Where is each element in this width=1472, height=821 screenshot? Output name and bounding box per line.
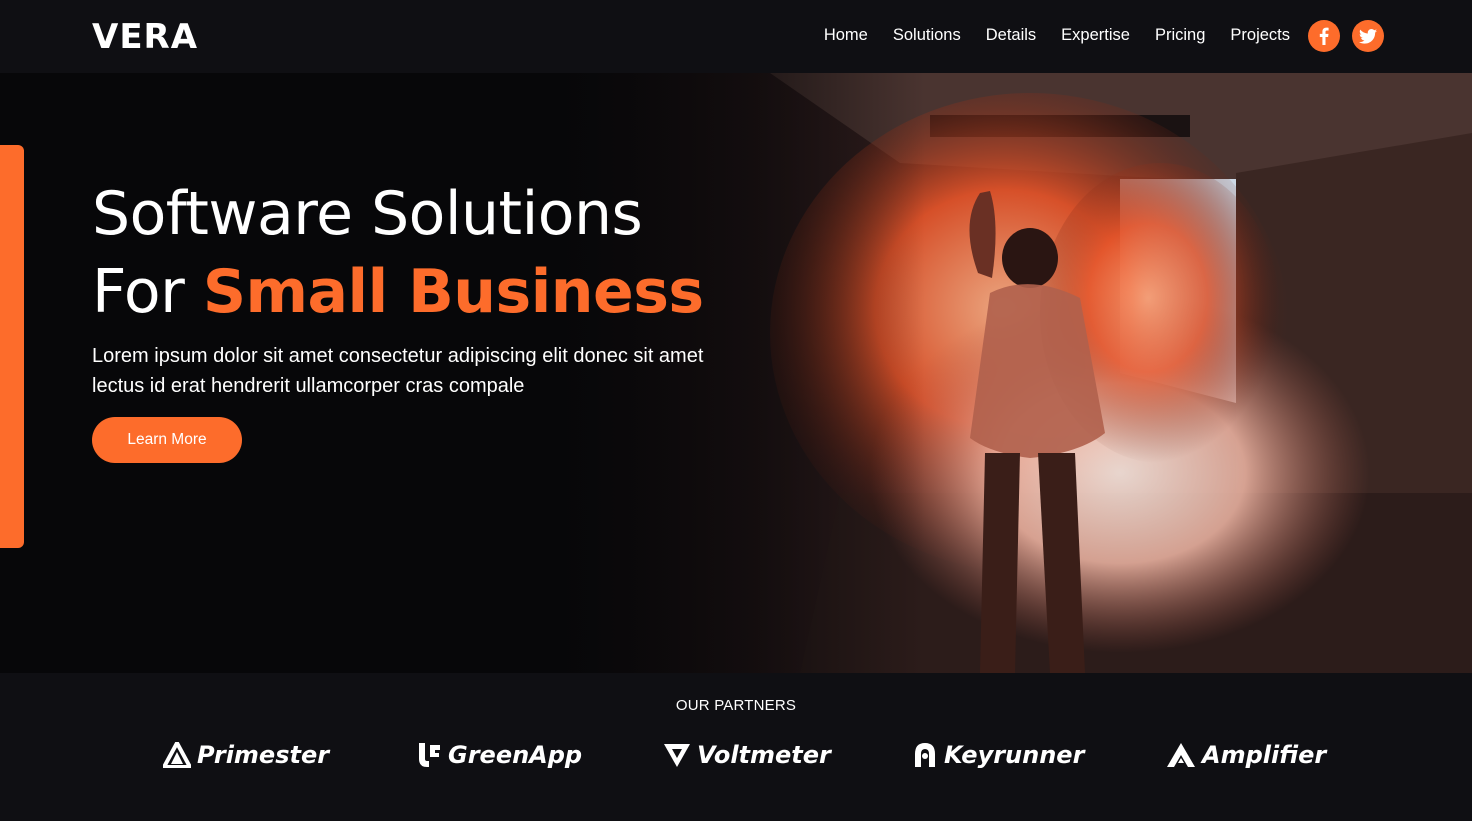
- partner-name: Primester: [197, 741, 330, 769]
- nav-item-home[interactable]: Home: [824, 24, 868, 46]
- nav-item-expertise[interactable]: Expertise: [1061, 24, 1130, 46]
- partner-name: Keyrunner: [944, 741, 1085, 769]
- hero-lead-text: Lorem ipsum dolor sit amet consectetur a…: [92, 345, 704, 397]
- main-nav: Home Solutions Details Expertise Pricing…: [824, 24, 1290, 46]
- navbar: VERA Home Solutions Details Expertise Pr…: [0, 0, 1472, 73]
- primester-logo-icon: [163, 742, 191, 768]
- voltmeter-logo-icon: [664, 744, 690, 767]
- partner-name: Amplifier: [1202, 741, 1327, 769]
- partner-logo-amplifier[interactable]: Amplifier: [1166, 737, 1326, 773]
- facebook-icon: [1319, 27, 1329, 45]
- hero-section: Software Solutions For Small Business Lo…: [0, 73, 1472, 673]
- greenapp-logo-icon: [419, 743, 440, 767]
- nav-item-details[interactable]: Details: [986, 24, 1036, 46]
- twitter-button[interactable]: [1352, 20, 1384, 52]
- facebook-button[interactable]: [1308, 20, 1340, 52]
- nav-item-solutions[interactable]: Solutions: [893, 24, 961, 46]
- partner-logo-voltmeter[interactable]: Voltmeter: [663, 737, 831, 773]
- headline-line-2-prefix: For: [92, 257, 203, 327]
- partner-logo-keyrunner[interactable]: Keyrunner: [912, 737, 1084, 773]
- partners-title: OUR PARTNERS: [675, 697, 797, 714]
- headline-line-1: Software Solutions: [92, 179, 643, 249]
- partner-name: Voltmeter: [697, 741, 831, 769]
- hero-headline: Software Solutions For Small Business: [92, 175, 704, 331]
- amplifier-logo-icon: [1167, 743, 1195, 767]
- partners-section: OUR PARTNERS Primester GreenApp Voltmete…: [0, 673, 1472, 821]
- nav-item-pricing[interactable]: Pricing: [1155, 24, 1205, 46]
- partner-logo-primester[interactable]: Primester: [163, 737, 329, 773]
- accent-side-bar: [0, 145, 24, 548]
- learn-more-button[interactable]: Learn More: [92, 417, 242, 463]
- keyrunner-logo-icon: [915, 743, 935, 767]
- partner-logo-greenapp[interactable]: GreenApp: [416, 737, 582, 773]
- site-logo[interactable]: VERA: [92, 17, 198, 57]
- headline-accent: Small Business: [202, 257, 704, 327]
- nav-item-projects[interactable]: Projects: [1230, 24, 1290, 46]
- partner-name: GreenApp: [448, 741, 583, 769]
- twitter-icon: [1359, 28, 1377, 44]
